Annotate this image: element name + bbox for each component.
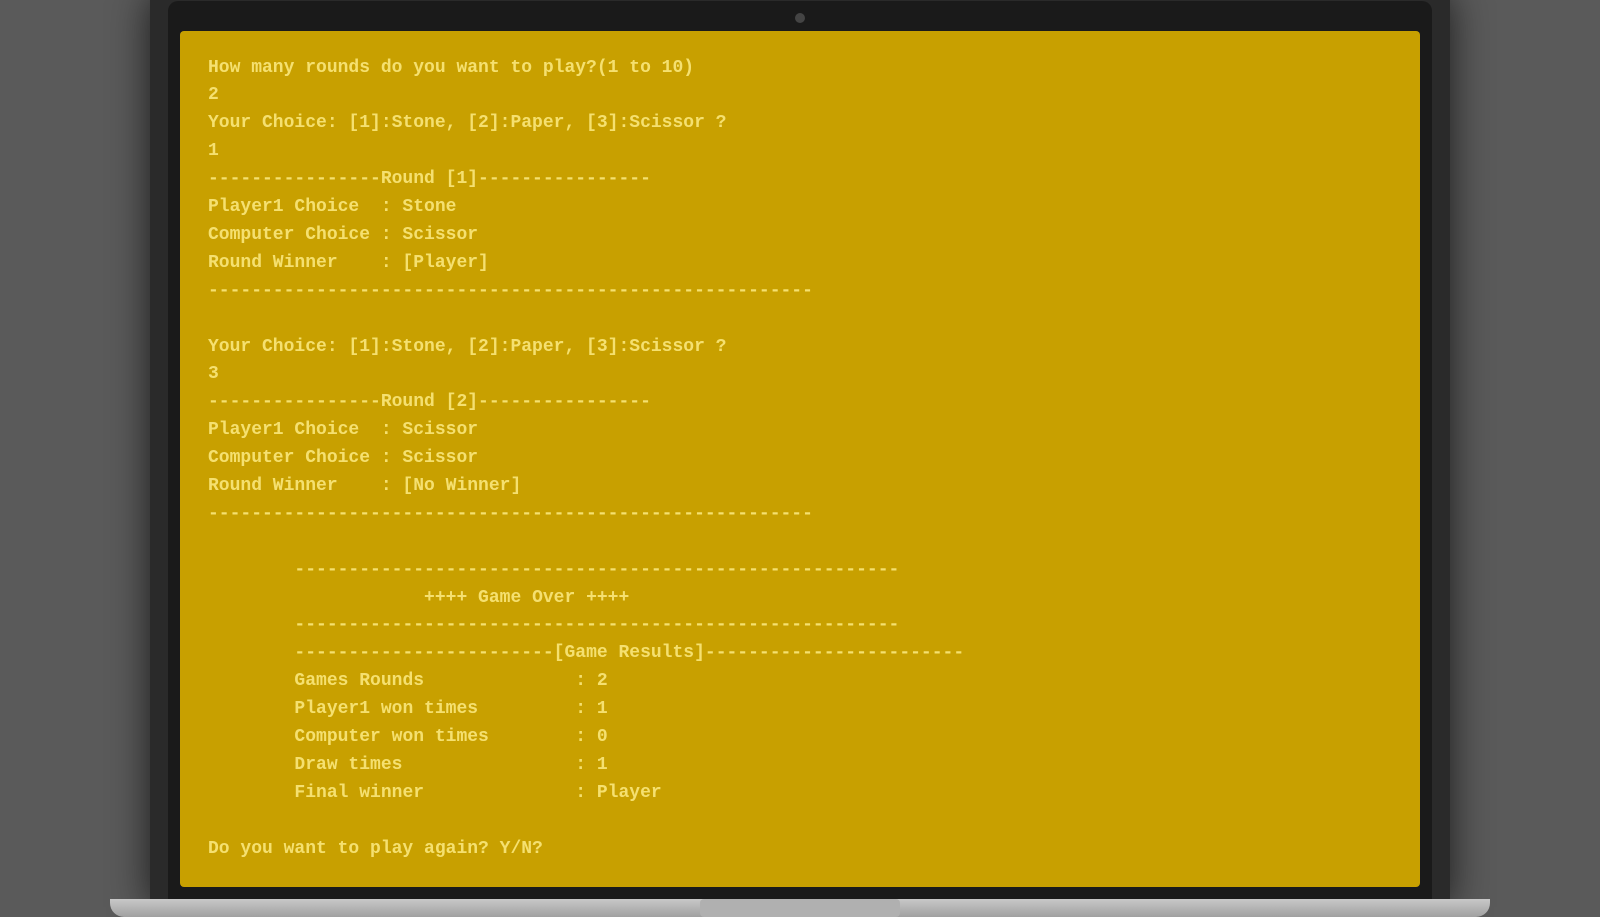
trackpad — [700, 899, 900, 917]
screen-bezel: How many rounds do you want to play?(1 t… — [168, 1, 1432, 900]
terminal-output: How many rounds do you want to play?(1 t… — [208, 55, 1392, 864]
laptop-body: How many rounds do you want to play?(1 t… — [150, 0, 1450, 899]
laptop-base — [110, 899, 1490, 917]
camera-dot — [795, 13, 805, 23]
terminal-screen[interactable]: How many rounds do you want to play?(1 t… — [180, 31, 1420, 888]
